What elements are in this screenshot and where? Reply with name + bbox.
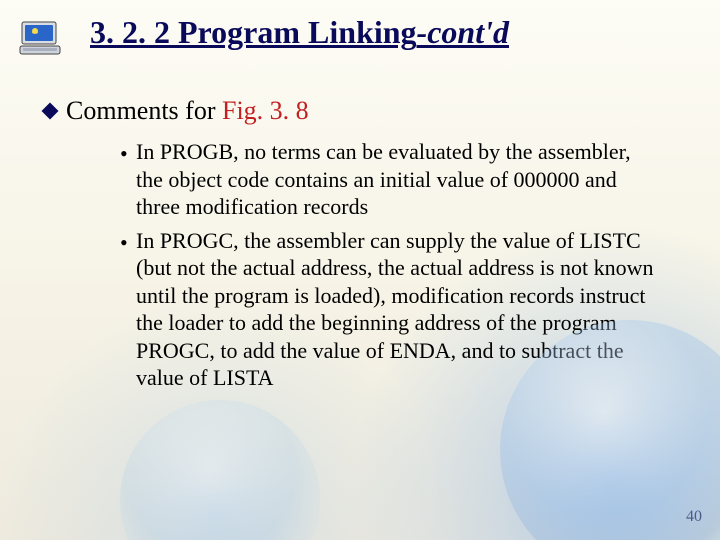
slide-title: 3. 2. 2 Program Linking-cont'd bbox=[90, 14, 509, 51]
title-contd: -cont'd bbox=[417, 14, 509, 50]
bullet-text: In PROGB, no terms can be evaluated by t… bbox=[136, 138, 660, 221]
level1-item: Comments for Fig. 3. 8 bbox=[44, 96, 680, 126]
page-number: 40 bbox=[686, 508, 702, 526]
figure-reference: Fig. 3. 8 bbox=[222, 96, 309, 125]
title-main: 3. 2. 2 Program Linking bbox=[90, 14, 417, 50]
globe-decoration bbox=[120, 400, 320, 540]
list-item: • In PROGB, no terms can be evaluated by… bbox=[120, 138, 660, 221]
computer-icon bbox=[18, 18, 66, 58]
sublist: • In PROGB, no terms can be evaluated by… bbox=[120, 138, 660, 392]
body: Comments for Fig. 3. 8 • In PROGB, no te… bbox=[44, 96, 680, 398]
level1-text: Comments for Fig. 3. 8 bbox=[66, 96, 309, 126]
slide: 3. 2. 2 Program Linking-cont'd Comments … bbox=[0, 0, 720, 540]
list-item: • In PROGC, the assembler can supply the… bbox=[120, 227, 660, 392]
comments-prefix: Comments for bbox=[66, 96, 222, 125]
bullet-text: In PROGC, the assembler can supply the v… bbox=[136, 227, 660, 392]
dot-bullet-icon: • bbox=[120, 229, 126, 257]
diamond-bullet-icon bbox=[42, 103, 59, 120]
dot-bullet-icon: • bbox=[120, 140, 126, 168]
